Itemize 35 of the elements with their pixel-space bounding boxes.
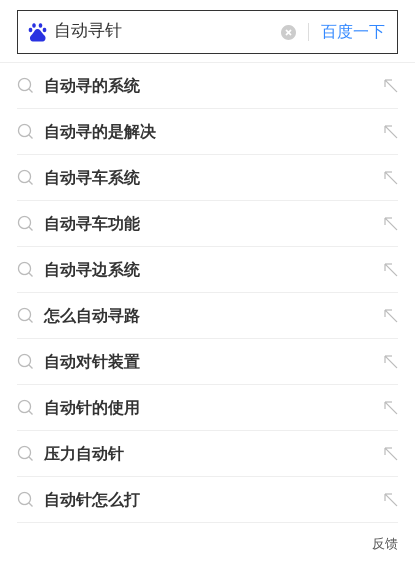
search-icon (17, 261, 34, 278)
search-icon (17, 353, 34, 370)
arrow-icon[interactable] (384, 308, 398, 322)
search-icon (17, 123, 34, 140)
suggestion-item[interactable]: 压力自动针 (44, 442, 374, 466)
feedback-link[interactable]: 反馈 (372, 537, 398, 552)
arrow-icon[interactable] (384, 262, 398, 276)
suggestion-item[interactable]: 自动寻车功能 (44, 212, 374, 236)
suggestion-item[interactable]: 自动寻的是解决 (44, 120, 374, 144)
search-icon (17, 215, 34, 232)
suggestion-item[interactable]: 自动针怎么打 (44, 488, 374, 512)
search-icon (17, 77, 34, 94)
arrow-icon[interactable] (384, 354, 398, 368)
clear-icon[interactable] (281, 24, 296, 40)
search-icon (17, 307, 34, 324)
search-icon (17, 491, 34, 508)
search-icon (17, 399, 34, 416)
paw-logo-icon (28, 22, 48, 42)
suggestion-item[interactable]: 自动对针装置 (44, 350, 374, 374)
suggestion-item[interactable]: 自动寻边系统 (44, 258, 374, 282)
search-field[interactable]: 自动寻针 (48, 19, 281, 45)
arrow-icon[interactable] (384, 400, 398, 414)
arrow-icon[interactable] (384, 78, 398, 92)
suggestion-item[interactable]: 自动寻车系统 (44, 166, 374, 190)
arrow-icon[interactable] (384, 170, 398, 184)
search-icon (17, 169, 34, 186)
arrow-icon[interactable] (384, 492, 398, 506)
suggestion-item[interactable]: 怎么自动寻路 (44, 304, 374, 328)
suggestion-item[interactable]: 自动寻的系统 (44, 74, 374, 98)
arrow-icon[interactable] (384, 124, 398, 138)
arrow-icon[interactable] (384, 446, 398, 460)
search-icon (17, 445, 34, 462)
suggestion-item[interactable]: 自动针的使用 (44, 396, 374, 420)
arrow-icon[interactable] (384, 216, 398, 230)
search-box[interactable]: 自动寻针 百度一下 (17, 10, 398, 54)
